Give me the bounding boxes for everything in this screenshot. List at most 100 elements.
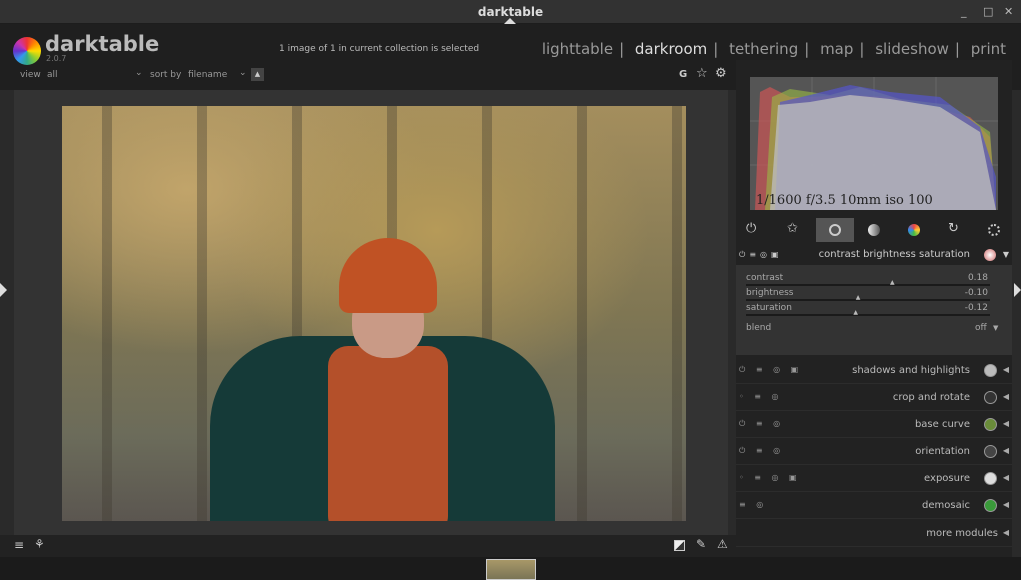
chevron-down-icon[interactable]: ▼ bbox=[993, 324, 998, 332]
more-modules-row[interactable]: more modules ◀ bbox=[736, 521, 1012, 547]
module-name: base curve bbox=[914, 419, 970, 430]
module-row[interactable]: ◦ ≡ ◎ crop and rotate ◀ bbox=[736, 385, 1012, 411]
module-flags[interactable]: ⏻ ≡ ◎ bbox=[739, 419, 784, 429]
chevron-down-icon[interactable]: ⌄ bbox=[239, 68, 247, 78]
separator: | bbox=[804, 40, 810, 58]
module-flags[interactable]: ⏻ ≡ ◎ bbox=[739, 446, 784, 456]
sphere-icon bbox=[984, 364, 997, 377]
contrast-slider[interactable]: contrast ▲ 0.18 bbox=[746, 273, 990, 287]
expand-arrow-icon: ◀ bbox=[1002, 446, 1009, 455]
view-tethering[interactable]: tethering bbox=[729, 40, 798, 58]
basic-icon bbox=[829, 224, 841, 236]
module-flags[interactable]: ◦ ≡ ◎ bbox=[739, 392, 783, 401]
expand-arrow-icon: ◀ bbox=[1002, 365, 1009, 374]
sort-label: sort by bbox=[150, 70, 182, 80]
styles-icon[interactable]: ⚘ bbox=[34, 537, 45, 551]
module-title: contrast brightness saturation bbox=[818, 249, 970, 260]
module-group-tabs: ⏻ ✩ ↻ bbox=[736, 218, 1012, 242]
expand-arrow-icon: ◀ bbox=[1002, 392, 1009, 401]
crop-icon bbox=[984, 391, 997, 404]
blend-mode-select[interactable]: off bbox=[975, 323, 987, 333]
slider-label: contrast bbox=[746, 273, 784, 283]
view-darkroom[interactable]: darkroom bbox=[635, 40, 707, 58]
collapse-arrow-icon[interactable]: ▼ bbox=[1003, 250, 1009, 259]
contrast-brightness-saturation-icon bbox=[984, 249, 996, 261]
expand-arrow-icon: ◀ bbox=[1002, 500, 1009, 509]
separator: | bbox=[619, 40, 625, 58]
warning-icon[interactable]: ⚠ bbox=[717, 537, 728, 551]
softproof-icon[interactable] bbox=[674, 540, 685, 551]
histogram[interactable]: 1/1600 f/3.5 10mm iso 100 bbox=[750, 77, 998, 210]
star-icon[interactable]: ☆ bbox=[696, 66, 708, 81]
module-flags[interactable]: ⏻≡◎▣ bbox=[739, 250, 783, 260]
expand-arrow-icon: ◀ bbox=[1002, 473, 1009, 482]
view-print[interactable]: print bbox=[971, 40, 1006, 58]
close-button[interactable]: ✕ bbox=[1004, 5, 1013, 18]
demosaic-icon bbox=[984, 499, 997, 512]
slider-value: 0.18 bbox=[967, 273, 988, 283]
view-filter-select[interactable]: all bbox=[47, 70, 58, 80]
window-title: darktable bbox=[477, 5, 544, 19]
slider-value: -0.10 bbox=[964, 288, 988, 298]
sort-order-button[interactable]: ▲ bbox=[251, 68, 264, 81]
app-version: 2.0.7 bbox=[46, 54, 67, 63]
slider-label: saturation bbox=[746, 303, 792, 313]
view-lighttable[interactable]: lighttable bbox=[542, 40, 613, 58]
gamut-check-icon[interactable]: ✎ bbox=[696, 537, 706, 551]
slider-handle[interactable]: ▲ bbox=[856, 294, 861, 301]
module-row[interactable]: ⏻ ≡ ◎ base curve ◀ bbox=[736, 412, 1012, 438]
module-name: demosaic bbox=[922, 500, 970, 511]
slider-handle[interactable]: ▲ bbox=[853, 309, 858, 316]
app-name: darktable bbox=[45, 32, 160, 56]
more-modules-label: more modules bbox=[926, 528, 998, 539]
slider-value: -0.12 bbox=[964, 303, 988, 313]
exposure-icon bbox=[984, 472, 997, 485]
view-slideshow[interactable]: slideshow bbox=[875, 40, 949, 58]
module-row[interactable]: ⏻ ≡ ◎ orientation ◀ bbox=[736, 439, 1012, 465]
expand-left-panel-arrow[interactable] bbox=[0, 283, 7, 297]
selection-status: 1 image of 1 in current collection is se… bbox=[279, 44, 480, 54]
maximize-button[interactable]: □ bbox=[983, 5, 993, 18]
menu-icon[interactable]: ≡ bbox=[14, 538, 24, 552]
view-map[interactable]: map bbox=[820, 40, 853, 58]
slider-handle[interactable]: ▲ bbox=[890, 279, 895, 286]
power-icon[interactable]: ⏻ bbox=[746, 221, 756, 236]
saturation-slider[interactable]: saturation ▲ -0.12 bbox=[746, 303, 990, 317]
module-flags[interactable]: ≡ ◎ bbox=[739, 500, 767, 509]
chevron-down-icon[interactable]: ⌄ bbox=[135, 68, 143, 78]
bottom-toolbar: ≡ ⚘ ✎ ⚠ bbox=[0, 535, 736, 557]
color-icon[interactable] bbox=[908, 224, 920, 236]
filmstrip bbox=[0, 557, 1021, 580]
effect-icon[interactable] bbox=[988, 224, 1000, 236]
correct-icon[interactable]: ↻ bbox=[948, 221, 959, 236]
tone-icon[interactable] bbox=[868, 224, 880, 236]
module-flags[interactable]: ⏻ ≡ ◎ ▣ bbox=[739, 365, 802, 375]
separator: | bbox=[954, 40, 960, 58]
module-name: crop and rotate bbox=[892, 392, 970, 403]
exif-info: 1/1600 f/3.5 10mm iso 100 bbox=[756, 193, 933, 208]
blend-label: blend bbox=[746, 323, 772, 333]
expand-arrow-icon: ◀ bbox=[1002, 528, 1009, 537]
favorite-icon[interactable]: ✩ bbox=[787, 221, 798, 236]
grouping-button[interactable]: G bbox=[679, 69, 687, 80]
module-row[interactable]: ≡ ◎ demosaic ◀ bbox=[736, 493, 1012, 519]
minimize-button[interactable]: _ bbox=[961, 5, 967, 18]
expand-arrow-icon: ◀ bbox=[1002, 419, 1009, 428]
module-header-contrast-brightness-saturation[interactable]: ⏻≡◎▣ contrast brightness saturation ▼ bbox=[736, 245, 1012, 265]
curve-icon bbox=[984, 418, 997, 431]
gear-icon[interactable]: ⚙ bbox=[715, 66, 727, 81]
photo-preview bbox=[62, 106, 686, 521]
module-row[interactable]: ⏻ ≡ ◎ ▣ shadows and highlights ◀ bbox=[736, 358, 1012, 384]
view-label: view bbox=[20, 70, 41, 80]
darktable-logo-icon bbox=[13, 37, 41, 65]
module-name: exposure bbox=[924, 473, 970, 484]
basic-group-tab[interactable] bbox=[816, 218, 854, 242]
view-switcher: lighttable | darkroom | tethering | map | sl… bbox=[539, 40, 1009, 58]
brightness-slider[interactable]: brightness ▲ -0.10 bbox=[746, 288, 990, 302]
sort-select[interactable]: filename bbox=[188, 70, 227, 80]
module-row[interactable]: ◦ ≡ ◎ ▣ exposure ◀ bbox=[736, 466, 1012, 492]
filmstrip-thumbnail[interactable] bbox=[486, 559, 536, 580]
module-name: orientation bbox=[915, 446, 970, 457]
module-flags[interactable]: ◦ ≡ ◎ ▣ bbox=[739, 473, 801, 482]
collapse-right-panel-arrow[interactable] bbox=[1014, 283, 1021, 297]
